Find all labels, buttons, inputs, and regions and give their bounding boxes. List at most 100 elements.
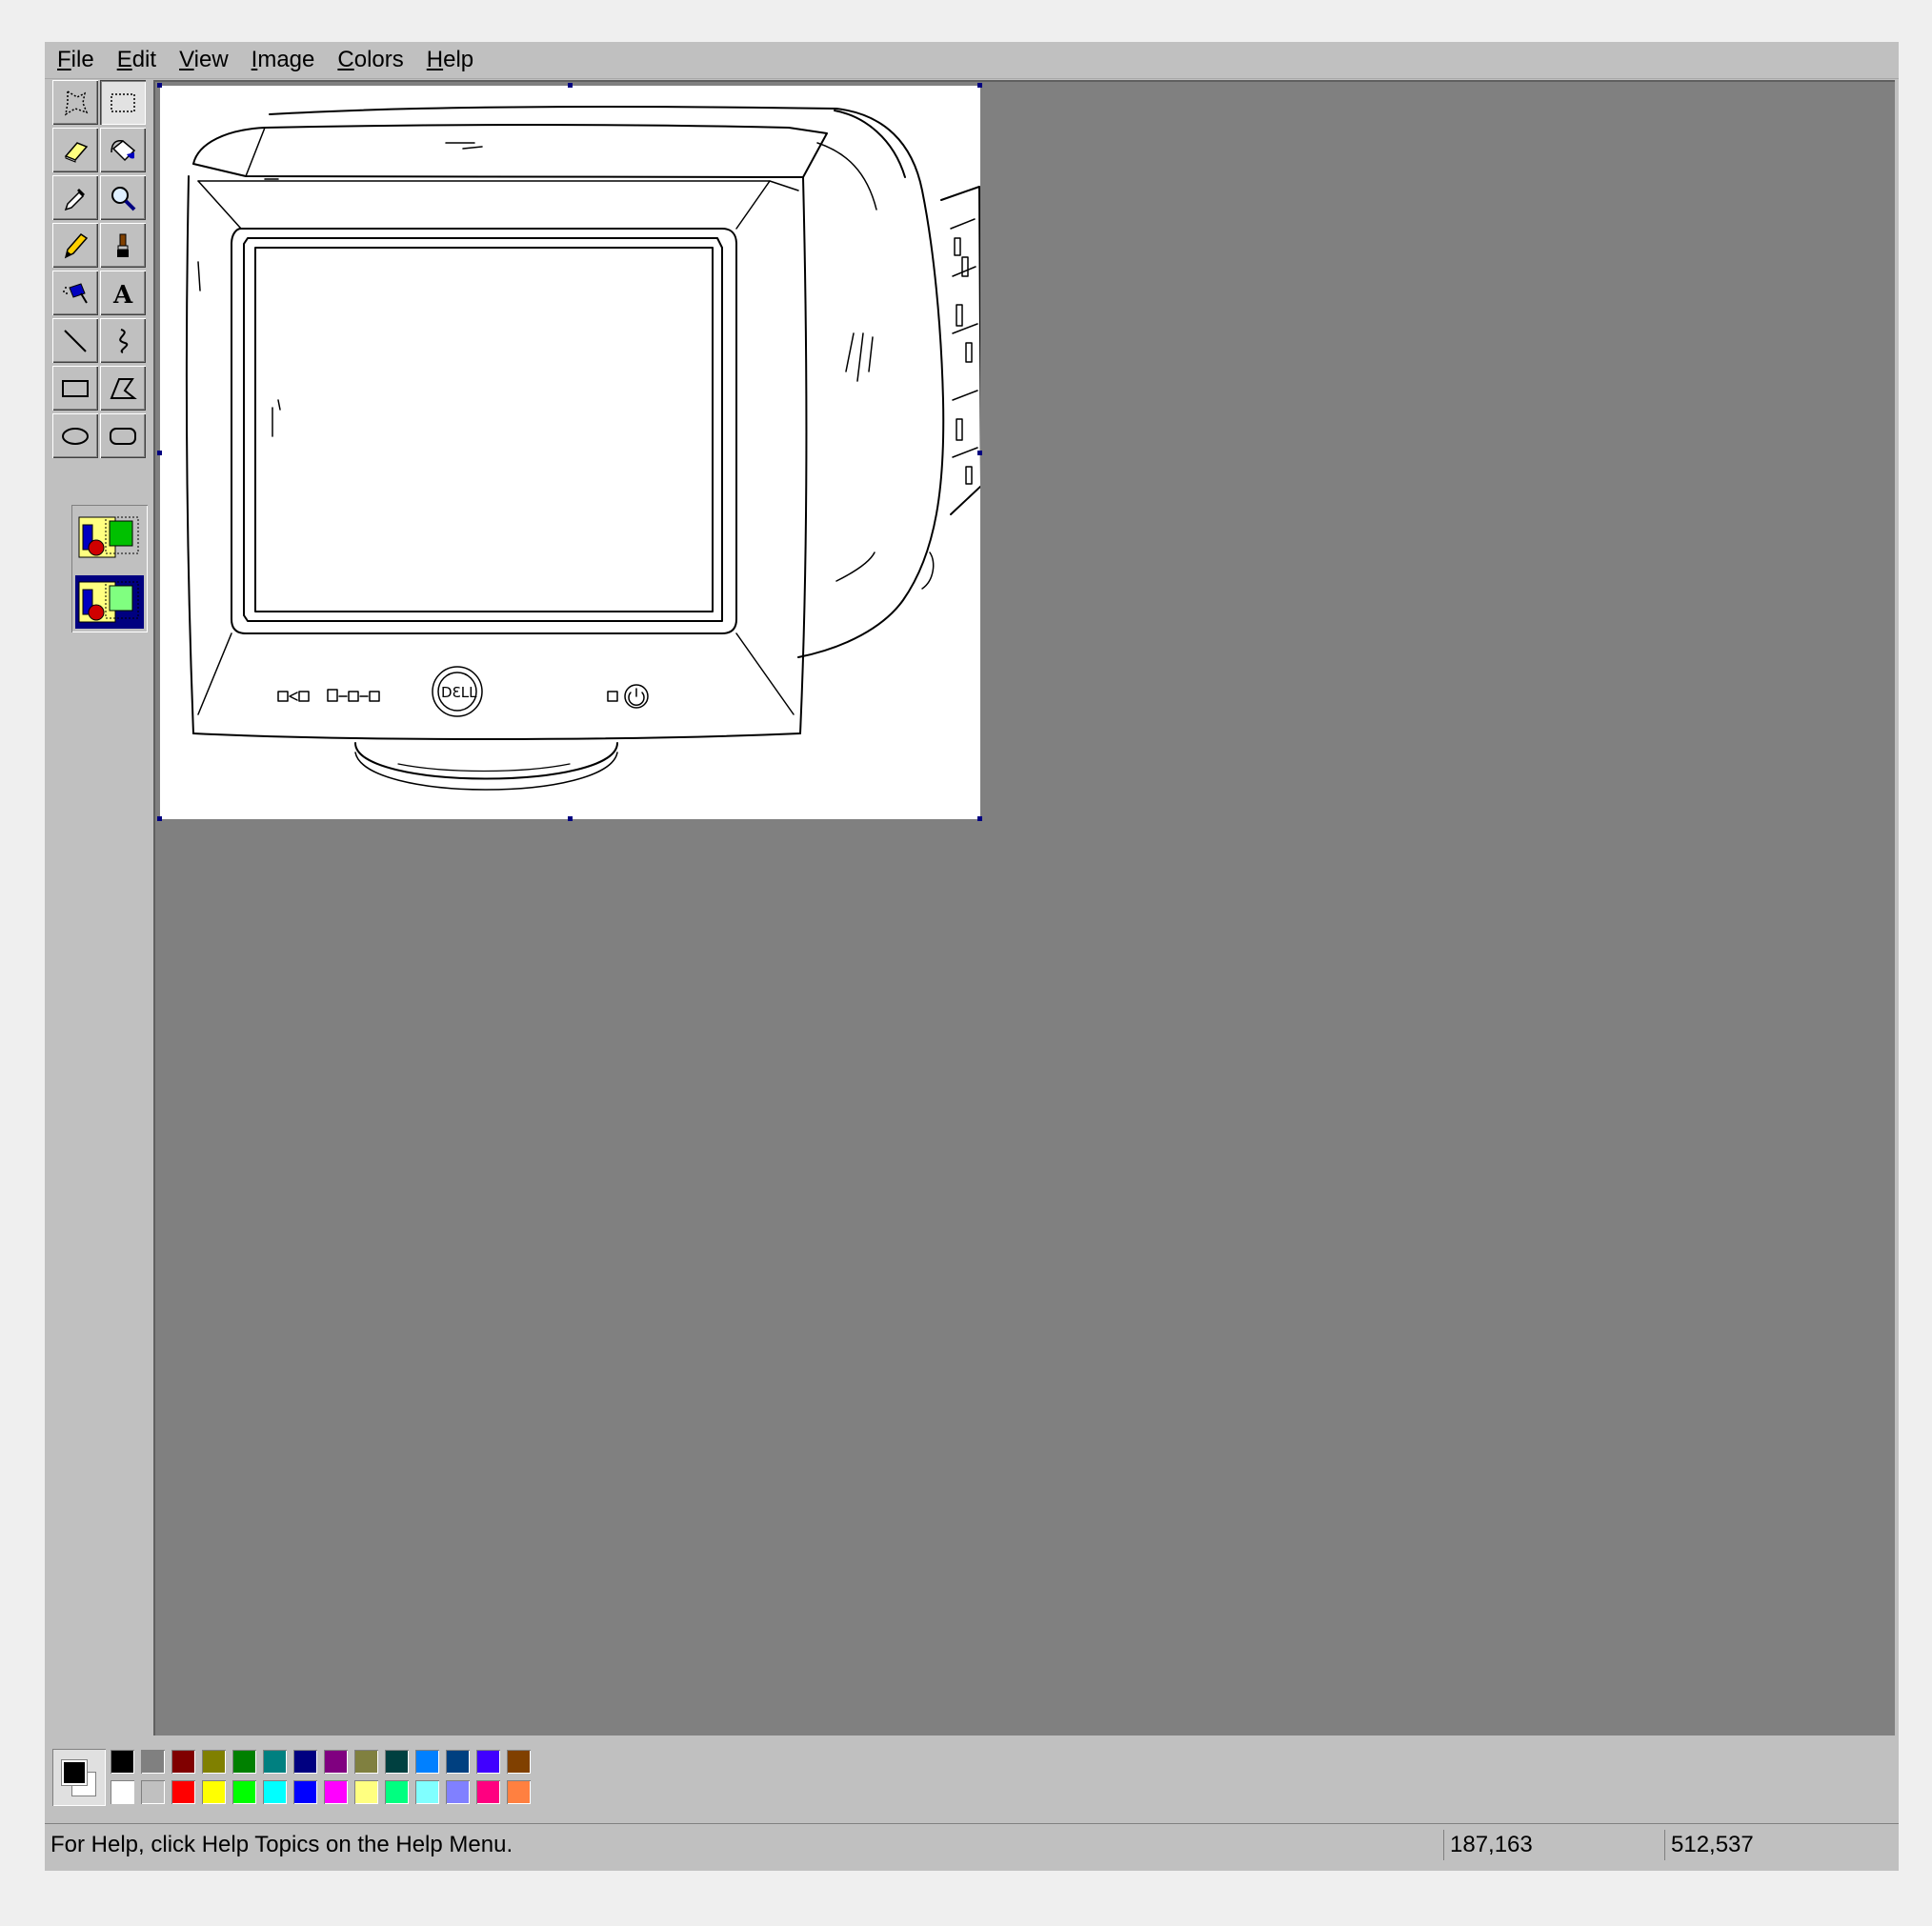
free-select-icon (64, 90, 89, 115)
airbrush-icon (63, 282, 88, 304)
tool-rounded-rectangle[interactable] (100, 413, 146, 458)
line-icon (64, 329, 87, 352)
transparent-selection-icon (78, 581, 139, 623)
palette-swatch[interactable] (353, 1749, 379, 1775)
palette-swatch[interactable] (414, 1749, 440, 1775)
menu-accelerator: F (57, 47, 71, 72)
tool-select[interactable] (100, 80, 146, 125)
rect-select-icon (111, 92, 135, 112)
tool-polygon[interactable] (100, 366, 146, 411)
eyedropper-icon (64, 188, 85, 211)
palette-swatch[interactable] (506, 1779, 532, 1805)
fill-bucket-icon (111, 139, 136, 161)
color-palette (52, 1749, 548, 1810)
menu-colors[interactable]: Colors (325, 42, 413, 78)
menu-view[interactable]: View (167, 42, 239, 78)
palette-swatch[interactable] (292, 1779, 318, 1805)
image-canvas[interactable]: DƐLL (157, 83, 982, 821)
menu-label-rest: dit (131, 47, 157, 72)
svg-text:DƐLL: DƐLL (441, 684, 477, 701)
tool-rectangle[interactable] (52, 366, 98, 411)
resize-handle-bottom[interactable] (568, 816, 573, 821)
menu-file[interactable]: File (45, 42, 105, 78)
rectangle-icon (62, 379, 89, 397)
tool-airbrush[interactable] (52, 271, 98, 315)
palette-swatch[interactable] (110, 1779, 135, 1805)
palette-swatch[interactable] (292, 1749, 318, 1775)
menu-accelerator: C (337, 47, 354, 72)
menu-label-rest: olors (353, 47, 404, 72)
tool-text[interactable]: A (100, 271, 146, 315)
magnifier-icon (111, 186, 136, 211)
palette-swatch[interactable] (445, 1749, 471, 1775)
palette-swatch[interactable] (231, 1749, 257, 1775)
svg-text:A: A (112, 281, 133, 309)
foreground-color (62, 1760, 87, 1785)
tool-fill[interactable] (100, 128, 146, 172)
pencil-icon (64, 232, 89, 258)
palette-swatch[interactable] (323, 1749, 349, 1775)
tool-free-form-select[interactable] (52, 80, 98, 125)
palette-swatch[interactable] (262, 1749, 288, 1775)
menu-accelerator: V (179, 47, 194, 72)
tool-magnifier[interactable] (100, 175, 146, 220)
palette-swatch[interactable] (171, 1779, 196, 1805)
resize-handle-top-left (157, 83, 162, 88)
palette-swatch[interactable] (506, 1749, 532, 1775)
eraser-icon (64, 141, 89, 163)
status-bar: For Help, click Help Topics on the Help … (45, 1823, 1899, 1866)
tool-ellipse[interactable] (52, 413, 98, 458)
tool-curve[interactable] (100, 318, 146, 363)
rounded-rect-icon (110, 427, 136, 445)
menu-label-rest: iew (193, 47, 229, 72)
opaque-selection-icon (78, 516, 139, 558)
paint-window: File Edit View Image Colors Help A DƐLL … (45, 42, 1899, 1871)
menu-label-rest: mage (257, 47, 315, 72)
tool-eraser[interactable] (52, 128, 98, 172)
palette-swatch[interactable] (171, 1749, 196, 1775)
resize-handle-bottom-left (157, 816, 162, 821)
palette-swatch[interactable] (384, 1779, 410, 1805)
menu-help[interactable]: Help (414, 42, 484, 78)
menu-bar: File Edit View Image Colors Help (45, 42, 1899, 79)
palette-swatch[interactable] (414, 1779, 440, 1805)
text-icon: A (112, 281, 133, 309)
palette-swatch[interactable] (323, 1779, 349, 1805)
palette-swatch[interactable] (140, 1779, 166, 1805)
tool-line[interactable] (52, 318, 98, 363)
tool-pencil[interactable] (52, 223, 98, 268)
menu-image[interactable]: Image (239, 42, 326, 78)
resize-handle-top-right (977, 83, 982, 88)
palette-swatch[interactable] (140, 1749, 166, 1775)
status-help-text: For Help, click Help Topics on the Help … (50, 1832, 513, 1857)
current-colors[interactable] (52, 1749, 106, 1806)
resize-handle-bottom-right[interactable] (977, 816, 982, 821)
palette-swatch[interactable] (110, 1749, 135, 1775)
tool-brush[interactable] (100, 223, 146, 268)
tool-pick-color[interactable] (52, 175, 98, 220)
palette-swatch[interactable] (475, 1749, 501, 1775)
ellipse-icon (62, 427, 89, 445)
resize-handle-top (568, 83, 573, 88)
menu-edit[interactable]: Edit (105, 42, 167, 78)
status-image-size: 512,537 (1664, 1830, 1890, 1860)
option-transparent-selection[interactable] (75, 575, 144, 629)
menu-label-rest: ile (70, 47, 94, 72)
status-cursor-position: 187,163 (1443, 1830, 1661, 1860)
menu-accelerator: E (116, 47, 132, 72)
palette-swatch[interactable] (353, 1779, 379, 1805)
palette-swatch[interactable] (262, 1779, 288, 1805)
resize-handle-left (157, 451, 162, 455)
option-opaque-selection[interactable] (75, 511, 144, 564)
canvas-area[interactable]: DƐLL (153, 80, 1895, 1735)
palette-swatch[interactable] (201, 1779, 227, 1805)
palette-swatch[interactable] (475, 1779, 501, 1805)
polygon-icon (110, 377, 137, 399)
palette-swatch[interactable] (384, 1749, 410, 1775)
palette-swatch[interactable] (201, 1749, 227, 1775)
palette-swatch[interactable] (445, 1779, 471, 1805)
palette-swatch[interactable] (231, 1779, 257, 1805)
curve-icon (119, 328, 129, 353)
monitor-drawing: DƐLL (185, 106, 982, 791)
resize-handle-right[interactable] (977, 451, 982, 455)
